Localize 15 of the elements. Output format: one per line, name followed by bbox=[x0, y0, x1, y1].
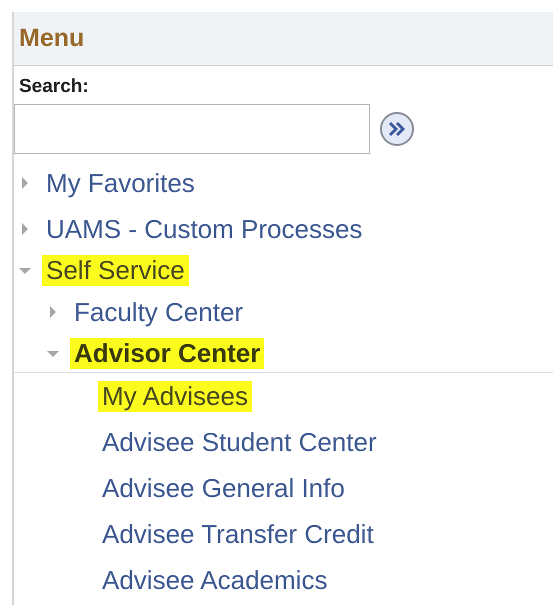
menu-title: Menu bbox=[19, 24, 84, 53]
menu-link[interactable]: Advisor Center bbox=[70, 338, 264, 369]
menu-link[interactable]: UAMS - Custom Processes bbox=[42, 214, 366, 244]
menu-link[interactable]: Advisee Transfer Credit bbox=[98, 518, 378, 550]
menu-link[interactable]: Self Service bbox=[42, 255, 189, 286]
search-go-button[interactable] bbox=[380, 112, 414, 146]
menu-link[interactable]: Faculty Center bbox=[70, 296, 248, 328]
menu-link[interactable]: My Advisees bbox=[98, 380, 252, 412]
menu-link[interactable]: Advisee General Info bbox=[98, 472, 349, 504]
double-chevron-icon bbox=[387, 121, 407, 137]
search-field[interactable] bbox=[14, 104, 370, 154]
menu-link[interactable]: Advisee Academics bbox=[98, 564, 332, 596]
search-label: Search: bbox=[19, 76, 90, 98]
menu-link[interactable]: Advisee Student Center bbox=[98, 426, 381, 458]
menu-link[interactable]: My Favorites bbox=[42, 168, 199, 198]
